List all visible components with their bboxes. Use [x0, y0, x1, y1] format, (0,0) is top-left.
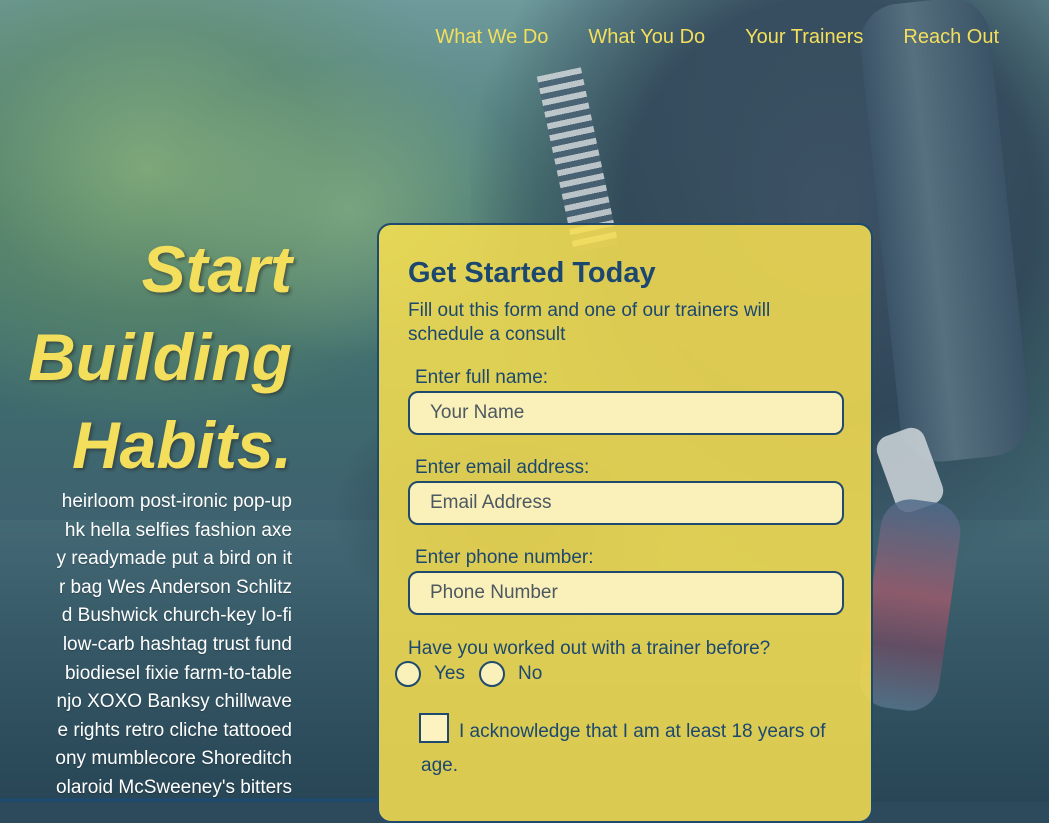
radio-no-label: No [518, 663, 543, 684]
main-nav: What We Do What You Do Your Trainers Rea… [395, 26, 999, 49]
phone-input[interactable] [408, 571, 844, 615]
nav-your-trainers[interactable]: Your Trainers [745, 26, 863, 49]
nav-what-we-do[interactable]: What We Do [435, 26, 548, 49]
phone-label: Enter phone number: [415, 547, 594, 568]
hero-body-line: y readymade put a bird on it [56, 548, 292, 570]
hero-body-text: heirloom post-ironic pop-up hk hella sel… [0, 488, 292, 803]
form-subtitle: Fill out this form and one of our traine… [408, 300, 771, 345]
radio-yes-label: Yes [434, 663, 465, 684]
hero-title-line: Start [141, 232, 292, 306]
age-acknowledge-label: I acknowledge that I am at least 18 year… [421, 721, 826, 776]
hero-body-line: low-carb hashtag trust fund [62, 633, 292, 655]
hero-body-line: hk hella selfies fashion axe [64, 519, 292, 541]
trainer-radio-group: Yes No [395, 661, 556, 687]
trainer-question: Have you worked out with a trainer befor… [408, 638, 771, 659]
email-label: Enter email address: [415, 457, 590, 478]
nav-what-you-do[interactable]: What You Do [588, 26, 705, 49]
name-label: Enter full name: [415, 367, 549, 388]
signup-form-card: Get Started Today Fill out this form and… [377, 223, 873, 823]
hero-body-line: njo XOXO Banksy chillwave [56, 691, 293, 713]
hero-body-line: ony mumblecore Shoreditch [55, 748, 292, 770]
hero-body-line: d Bushwick church-key lo-fi [61, 605, 292, 627]
nav-reach-out[interactable]: Reach Out [903, 26, 999, 49]
radio-yes[interactable] [395, 661, 421, 687]
hero-body-line: e rights retro cliche tattooed [57, 719, 292, 741]
hero-body-line: heirloom post-ironic pop-up [61, 491, 292, 512]
radio-no[interactable] [479, 661, 505, 687]
hero-title-line: Building [28, 320, 292, 394]
hero-title-line: Habits. [71, 408, 292, 482]
hero-body-line: biodiesel fixie farm-to-table [64, 662, 292, 684]
hero-body-line: r bag Wes Anderson Schlitz [58, 576, 292, 598]
name-input[interactable] [408, 391, 844, 435]
email-input[interactable] [408, 481, 844, 525]
hero-title: Start Building Habits. [0, 225, 292, 489]
form-title: Get Started Today [408, 257, 656, 289]
